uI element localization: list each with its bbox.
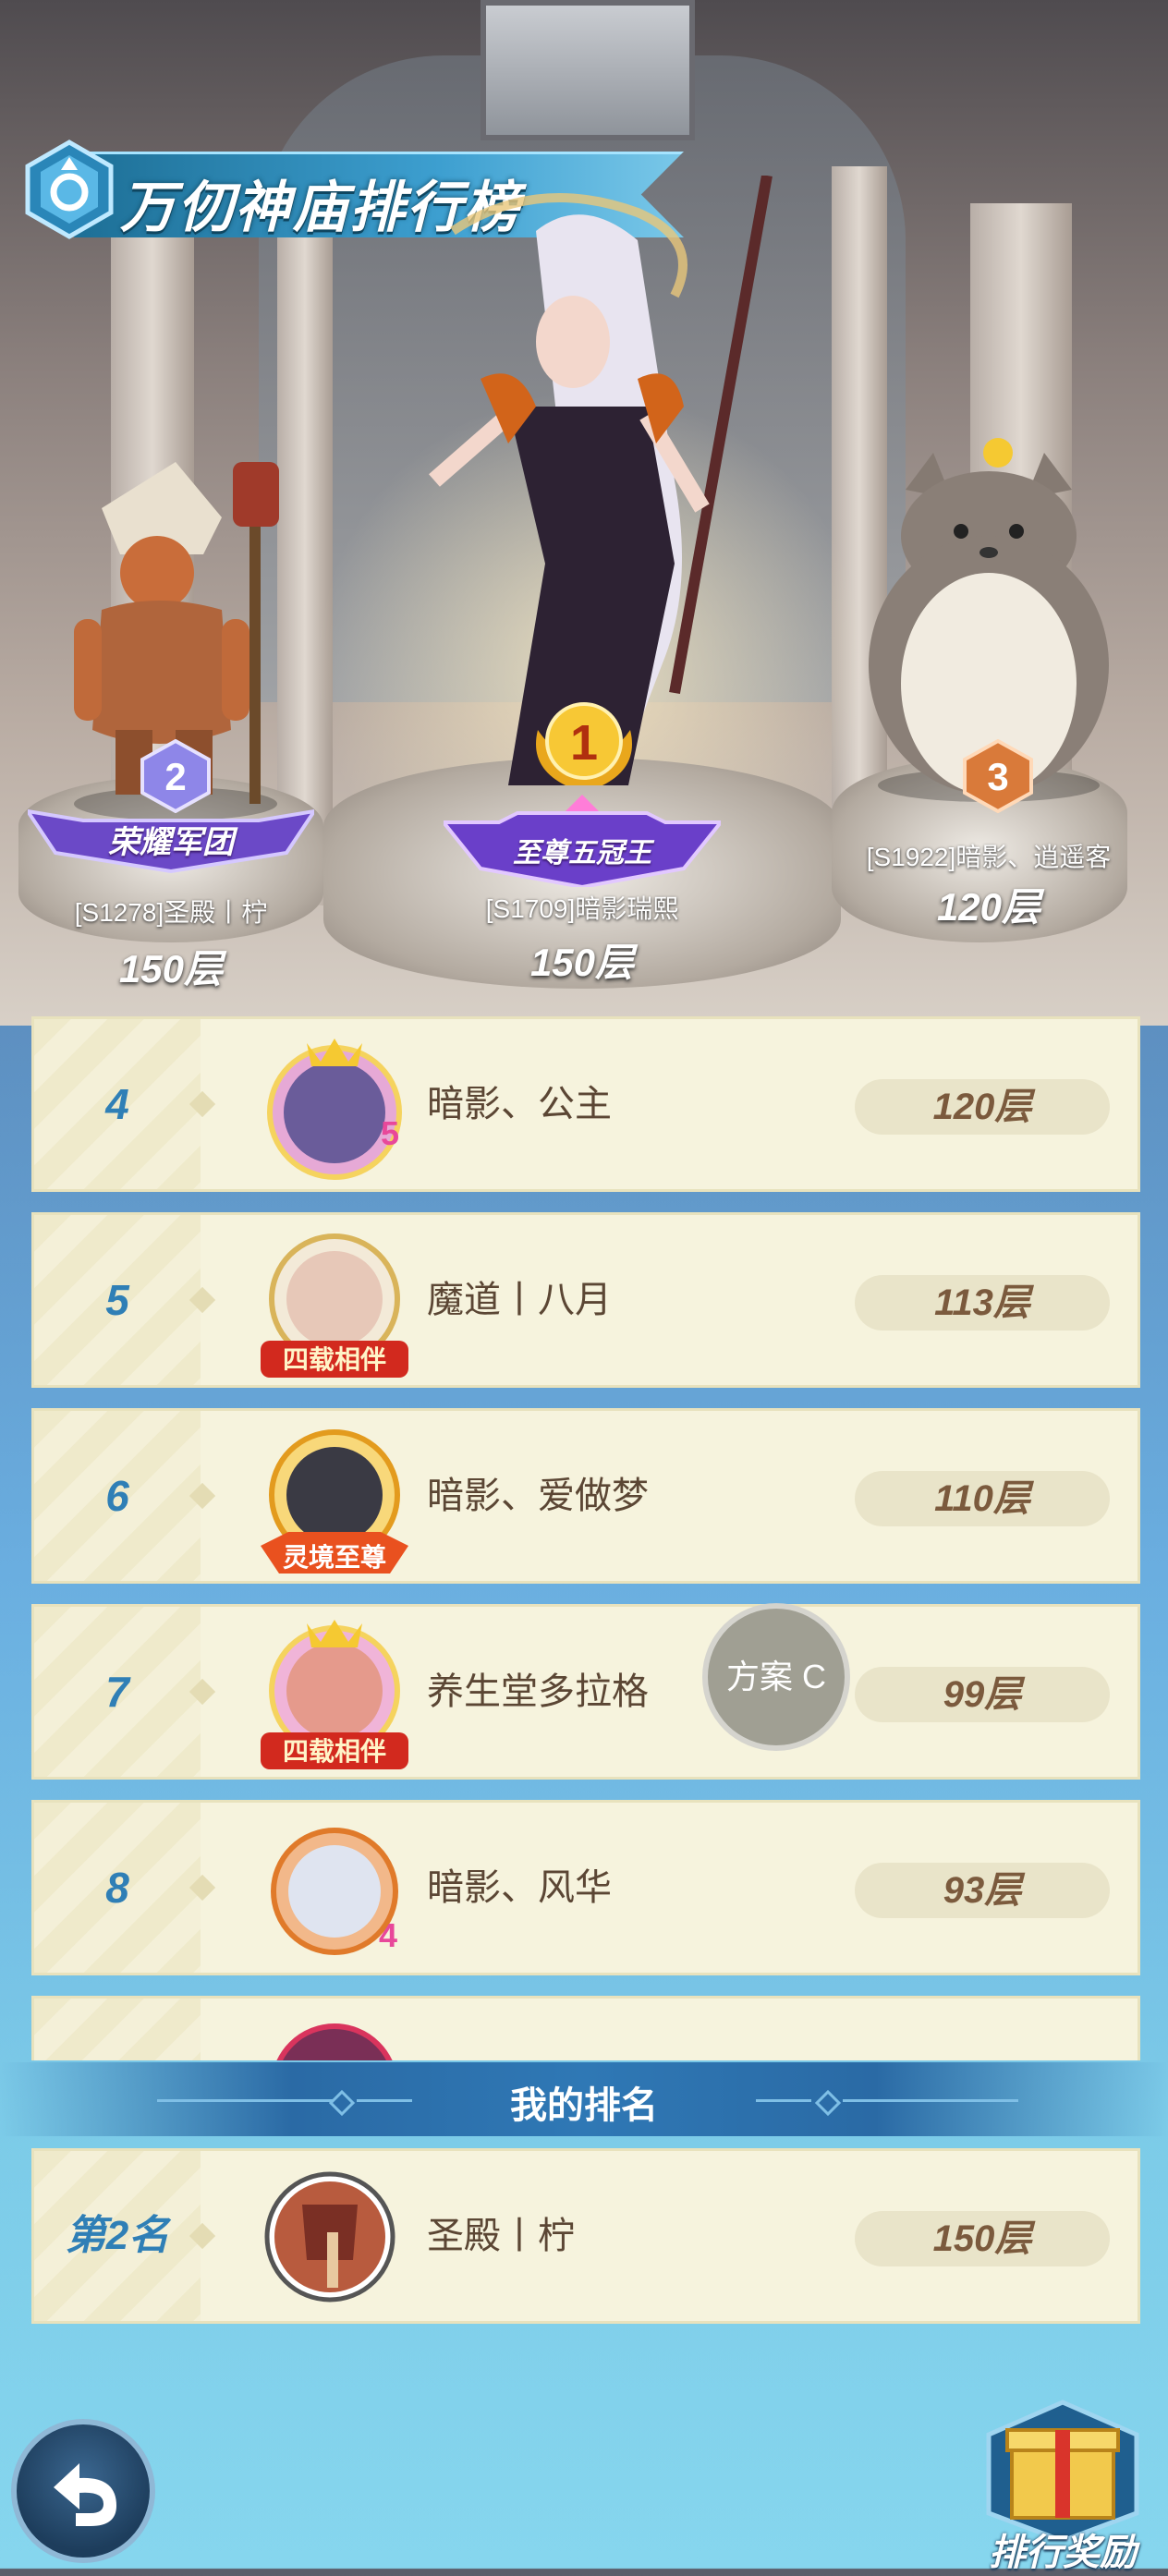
rank-number: 7 xyxy=(105,1668,129,1716)
rank-number: 4 xyxy=(105,1080,129,1128)
my-rank-number: 第2名 xyxy=(65,2213,170,2258)
rank1-title-badge: 至尊五冠王 xyxy=(444,795,721,887)
floor-count: 113层 xyxy=(855,1275,1110,1331)
player-name: 暗影、公主 xyxy=(427,1084,612,1124)
rank1-floors: 150层 xyxy=(529,941,635,984)
rank-number: 8 xyxy=(105,1864,129,1912)
rank-cell xyxy=(34,1999,201,2060)
rank2-floors: 150层 xyxy=(118,947,224,990)
list-item-partial[interactable] xyxy=(31,1996,1140,2060)
list-item[interactable]: 8 4 暗影、风华 93层 xyxy=(31,1800,1140,1975)
avatar-tag: 灵境至尊 xyxy=(283,1543,386,1572)
back-button[interactable] xyxy=(11,2419,155,2563)
avatar-tag: 4 xyxy=(379,1916,397,1954)
temple-emblem-icon xyxy=(25,140,114,239)
floor-count: 93层 xyxy=(855,1863,1110,1918)
rank2-badge-label: 荣耀军团 xyxy=(108,825,234,860)
list-item[interactable]: 7 四载相伴 养生堂多拉格 99层 xyxy=(31,1604,1140,1780)
rank1-badge-label: 至尊五冠王 xyxy=(513,838,651,869)
temple-window xyxy=(481,0,695,140)
rank2-player-name: [S1278]圣殿丨柠 xyxy=(74,898,268,927)
rank-list[interactable]: 4 5 暗影、公主 120层 5 四载相伴 魔道丨八月 113层 6 灵境至尊 … xyxy=(0,1016,1168,2060)
avatar[interactable]: 四载相伴 xyxy=(251,1612,418,1779)
rank-number: 6 xyxy=(105,1472,129,1520)
my-player-name: 圣殿丨柠 xyxy=(427,2216,575,2256)
plan-c-button[interactable]: 方案 C xyxy=(702,1603,850,1751)
gift-box-icon xyxy=(986,2400,1139,2544)
floor-count: 110层 xyxy=(855,1471,1110,1526)
avatar[interactable]: 4 xyxy=(251,1808,418,1975)
floor-count: 99层 xyxy=(855,1667,1110,1722)
list-item[interactable]: 6 灵境至尊 暗影、爱做梦 110层 xyxy=(31,1408,1140,1584)
player-name: 暗影、风华 xyxy=(427,1867,612,1908)
avatar[interactable] xyxy=(251,2004,418,2060)
avatar[interactable]: 四载相伴 xyxy=(251,1221,418,1387)
rank1-medal-number: 1 xyxy=(570,715,598,771)
rank3-floors: 120层 xyxy=(936,885,1041,929)
my-rank-title: 我的排名 xyxy=(510,2085,658,2126)
list-item[interactable]: 4 5 暗影、公主 120层 xyxy=(31,1016,1140,1192)
my-avatar[interactable] xyxy=(261,2168,399,2306)
avatar-tag: 5 xyxy=(381,1114,399,1152)
player-name: 养生堂多拉格 xyxy=(427,1671,649,1712)
floor-count: 120层 xyxy=(855,1079,1110,1135)
rank-number: 5 xyxy=(105,1276,129,1324)
rank2-medal-number: 2 xyxy=(164,755,186,798)
rank3-medal-number: 3 xyxy=(987,755,1008,798)
avatar[interactable]: 灵境至尊 xyxy=(251,1416,418,1583)
my-floor-count: 150层 xyxy=(855,2211,1110,2266)
my-rank-row[interactable]: 第2名 圣殿丨柠 150层 xyxy=(31,2148,1140,2324)
player-name: 魔道丨八月 xyxy=(427,1280,612,1320)
rank-reward-button[interactable]: 排行奖励 xyxy=(970,2393,1155,2573)
back-arrow-icon xyxy=(54,2463,116,2526)
avatar-tag: 四载相伴 xyxy=(283,1345,386,1374)
avatar-tag: 四载相伴 xyxy=(283,1737,386,1766)
rank-reward-label: 排行奖励 xyxy=(989,2533,1137,2573)
avatar[interactable]: 5 xyxy=(251,1025,418,1191)
rank1-medal-icon: 1 xyxy=(536,702,632,785)
player-name: 暗影、爱做梦 xyxy=(427,1476,649,1516)
rank3-player-name: [S1922]暗影、逍遥客 xyxy=(866,843,1112,871)
rank1-player-name: [S1709]暗影瑞熙 xyxy=(485,894,679,923)
rank3-medal-icon: 3 xyxy=(963,739,1033,813)
rank2-title-badge: 荣耀军团 xyxy=(28,802,314,876)
list-item[interactable]: 5 四载相伴 魔道丨八月 113层 xyxy=(31,1212,1140,1388)
